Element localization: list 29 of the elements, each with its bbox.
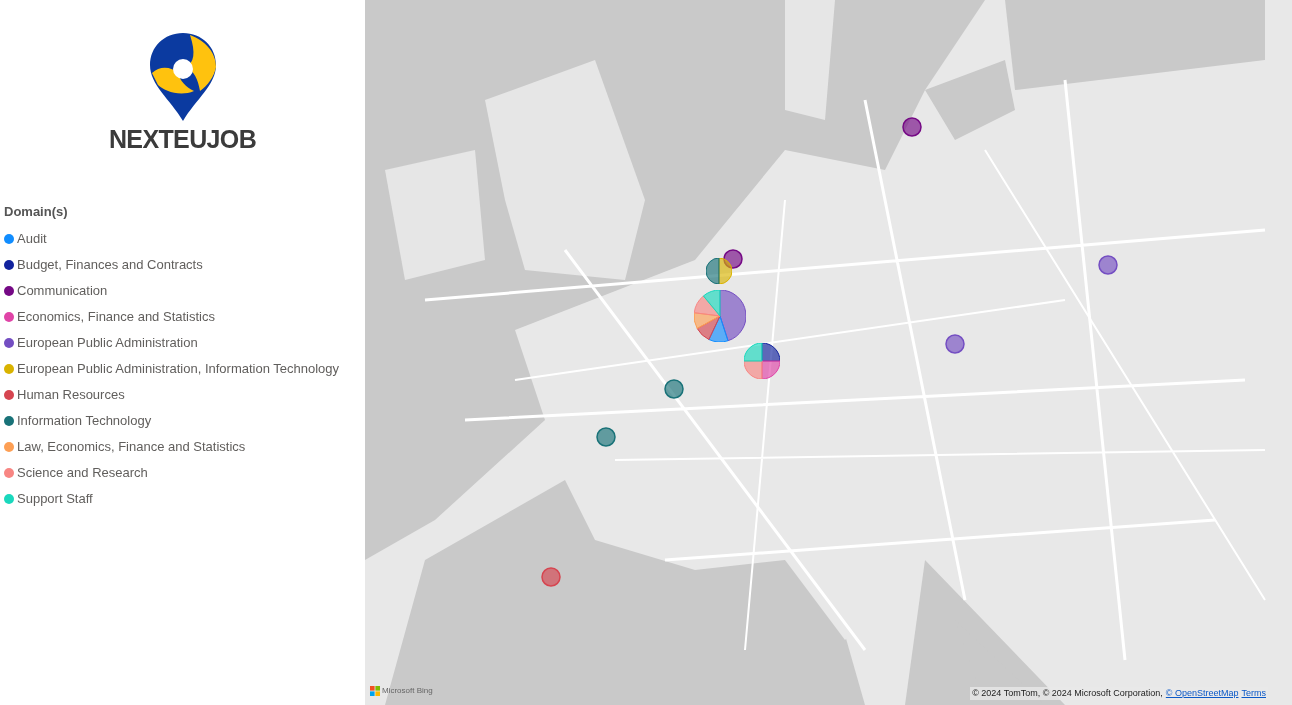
legend-label: Communication [17,281,108,300]
logo-pin-icon [149,33,216,121]
legend-label: Economics, Finance and Statistics [17,307,215,326]
legend-label: Law, Economics, Finance and Statistics [17,437,246,456]
map-marker[interactable] [945,334,965,354]
legend-label: Audit [17,229,47,248]
legend-label: Budget, Finances and Contracts [17,255,203,274]
map-marker[interactable] [541,567,561,587]
legend-label: Human Resources [17,385,125,404]
map-marker[interactable] [664,379,684,399]
map-marker[interactable] [706,258,732,284]
microsoft-logo-icon [370,686,380,696]
map-marker[interactable] [744,343,780,379]
legend-title: Domain(s) [4,203,69,221]
openstreetmap-link[interactable]: © OpenStreetMap [1165,686,1239,700]
legend-label: European Public Administration [17,333,198,352]
map-marker[interactable] [723,249,743,269]
map-marker[interactable] [902,117,922,137]
logo-text: NEXTEUJOB [108,127,257,152]
legend-label: Support Staff [17,489,93,508]
legend-label: Science and Research [17,463,148,482]
legend-label: European Public Administration, Information Technology [17,359,340,378]
legend-label: Information Technology [17,411,152,430]
terms-link[interactable]: Terms [1241,686,1266,700]
map-marker[interactable] [1098,255,1118,275]
provider-label: Microsoft Bing [382,685,433,697]
attribution-text: © 2024 TomTom, © 2024 Microsoft Corporation, [972,686,1163,700]
map-marker[interactable] [596,427,616,447]
map-marker[interactable] [694,290,746,342]
